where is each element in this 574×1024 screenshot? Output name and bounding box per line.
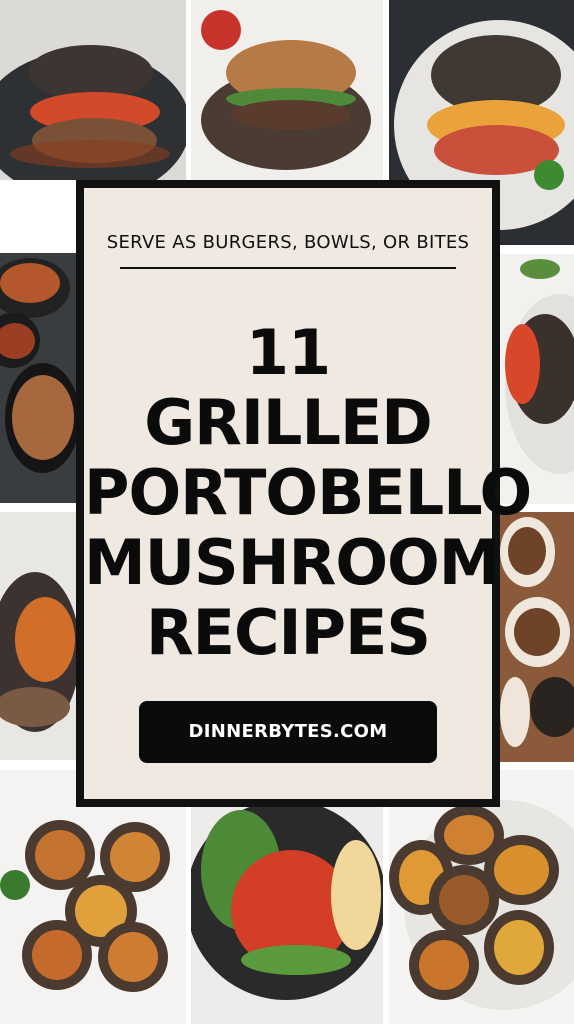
title-line-1: GRILLED — [144, 386, 433, 459]
portobello-burger-photo — [191, 0, 383, 180]
title-card-panel: SERVE AS BURGERS, BOWLS, OR BITES 11 GRI… — [84, 188, 532, 799]
stuffed-mushroom-bites-photo — [500, 512, 574, 762]
website-button[interactable]: DINNERBYTES.COM — [139, 701, 437, 763]
portobello-bowl-photo — [191, 770, 383, 1024]
title-line-2: PORTOBELLO — [84, 456, 532, 529]
title-line-number: 11 — [245, 316, 331, 389]
title-line-3: MUSHROOM — [84, 526, 500, 599]
subtitle: SERVE AS BURGERS, BOWLS, OR BITES — [106, 232, 470, 253]
page-title: 11 GRILLED PORTOBELLO MUSHROOM RECIPES — [84, 316, 532, 669]
stuffed-mushroom-caps-photo — [0, 770, 186, 1024]
portobello-burger-tomato-photo — [0, 0, 186, 180]
stuffed-portobello-pan-photo — [0, 253, 76, 503]
stuffed-portobello-close-photo — [0, 512, 76, 760]
divider-line — [120, 267, 456, 269]
stuffed-mushroom-platter-photo — [389, 770, 574, 1024]
title-line-4: RECIPES — [145, 596, 431, 669]
title-card: SERVE AS BURGERS, BOWLS, OR BITES 11 GRI… — [76, 180, 532, 807]
